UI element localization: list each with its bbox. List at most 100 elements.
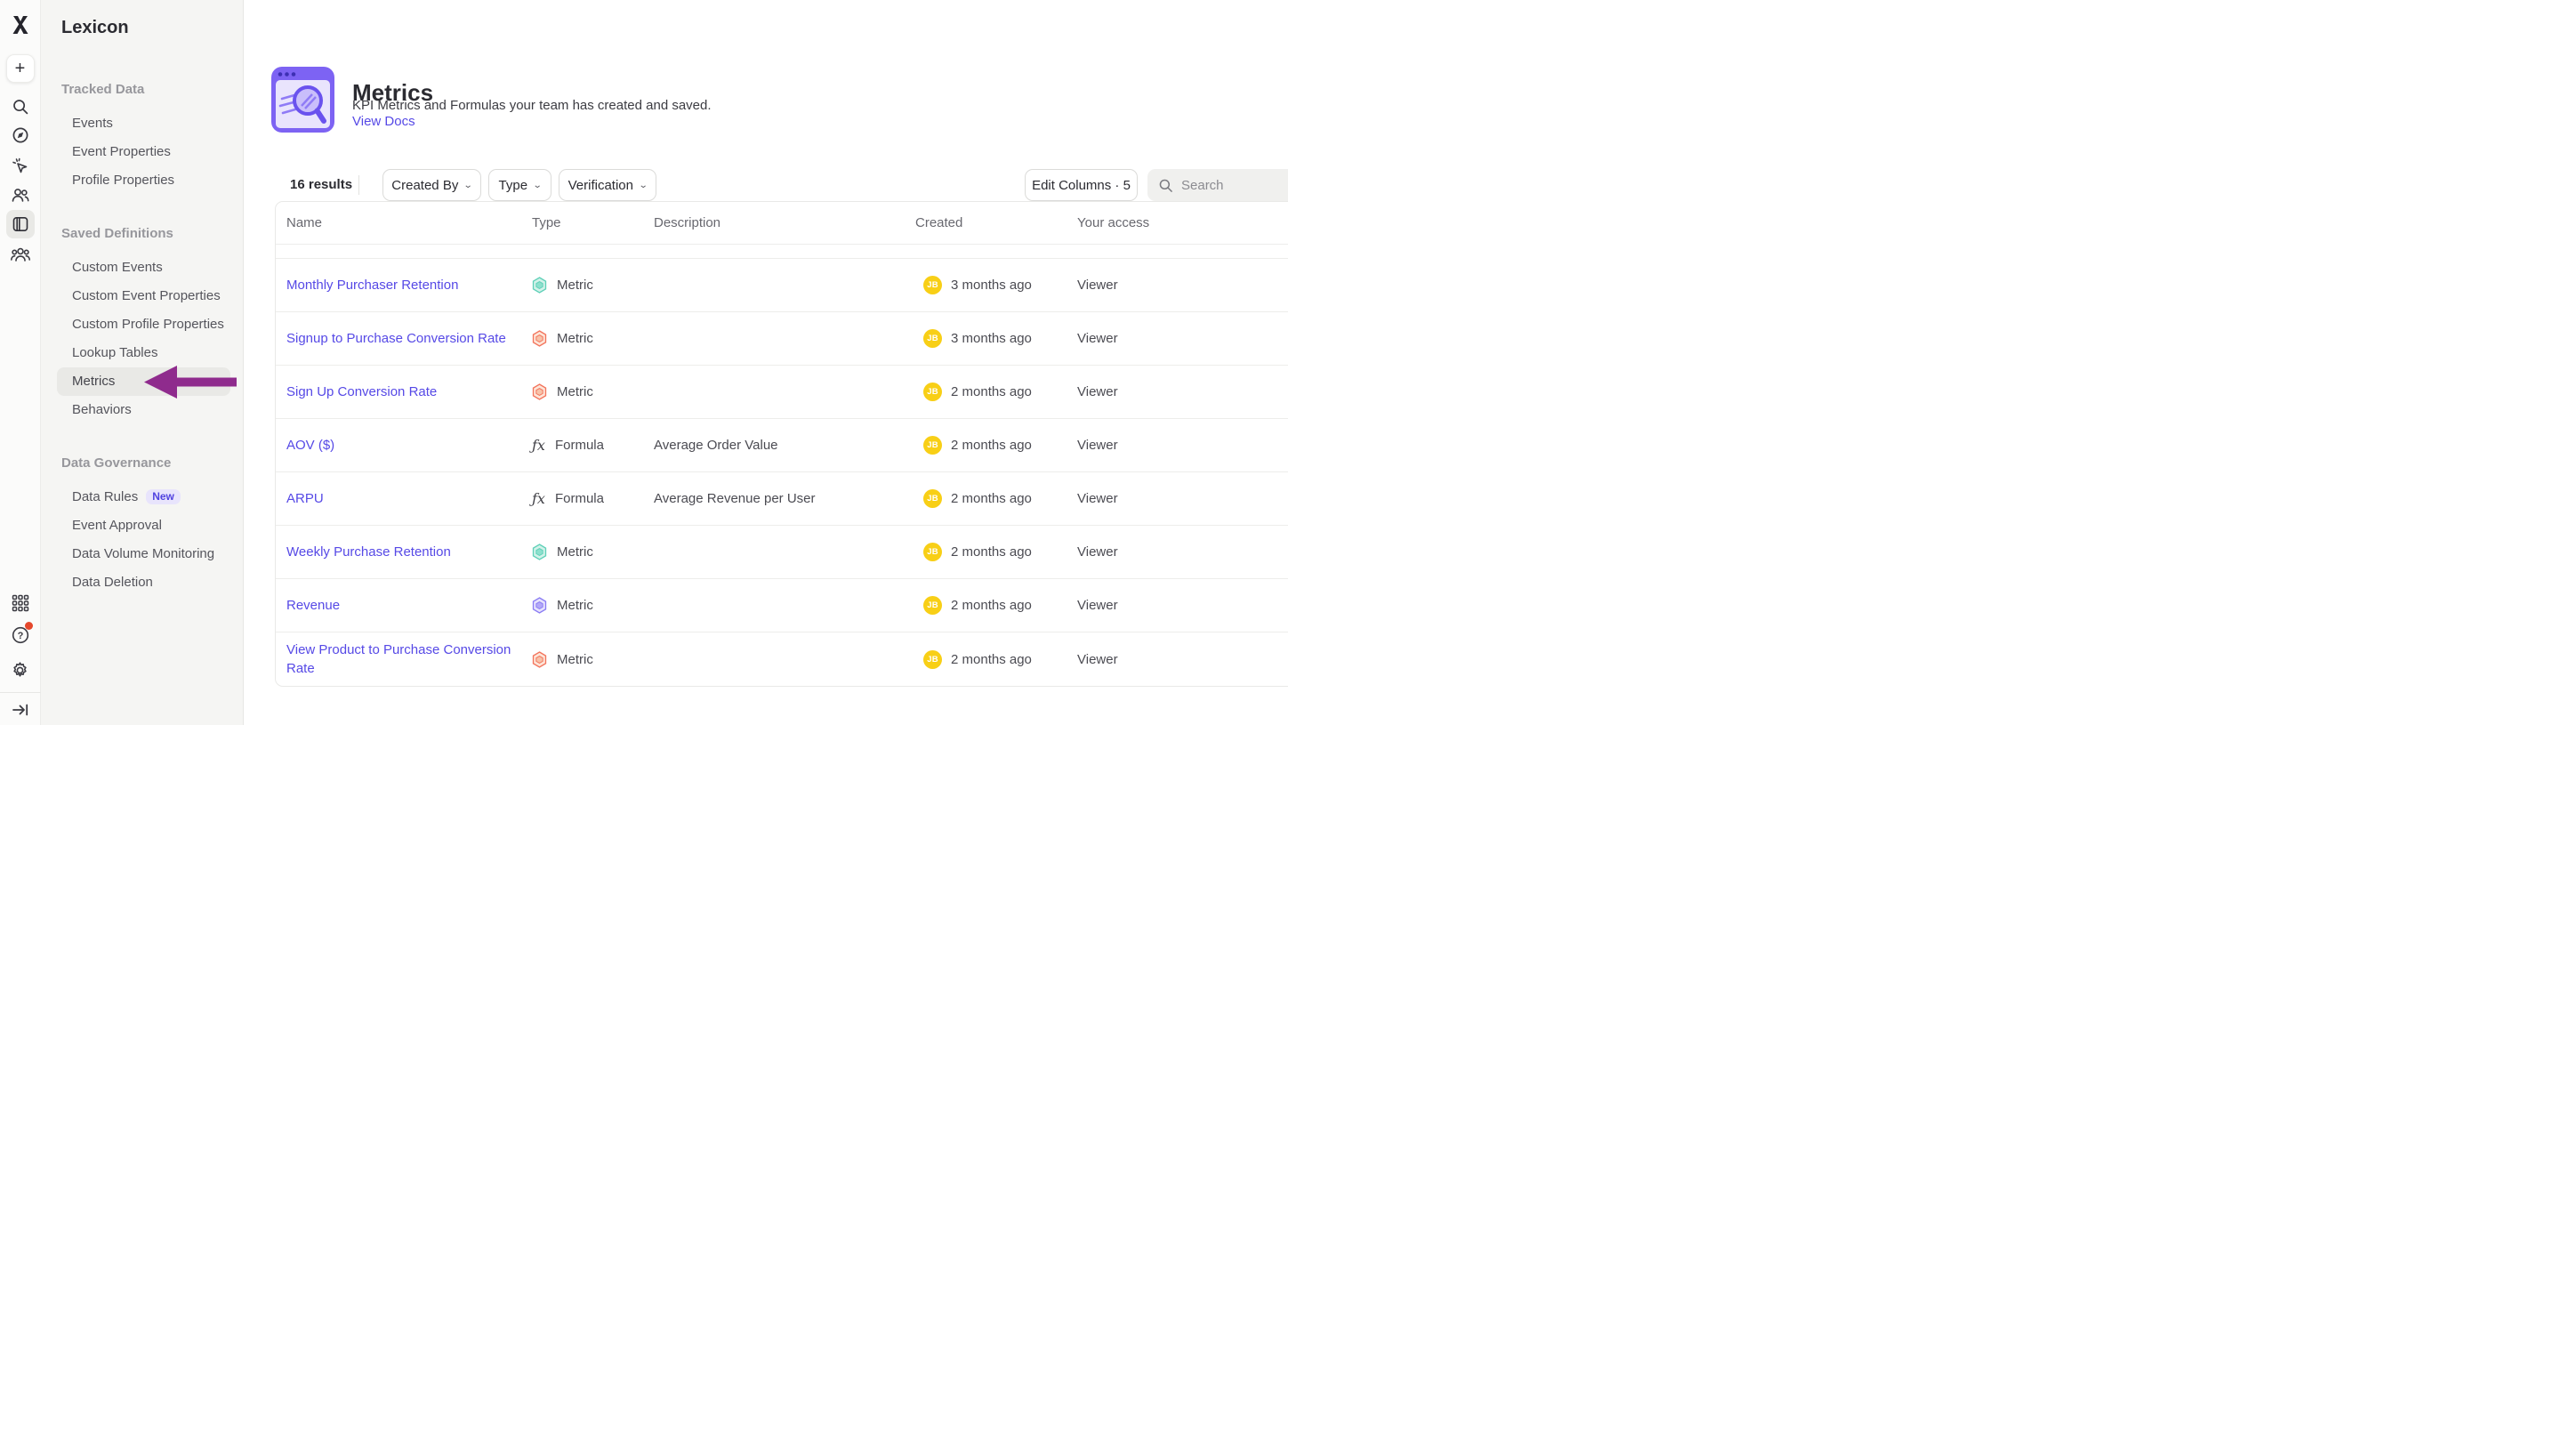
view-docs-link[interactable]: View Docs xyxy=(352,114,415,129)
lexicon-icon[interactable] xyxy=(6,210,35,238)
creator-avatar: JB xyxy=(923,543,942,561)
filter-created-by-button[interactable]: Created By⌄ xyxy=(382,169,481,201)
metric-name-link[interactable]: ARPU xyxy=(286,489,324,508)
search-input[interactable] xyxy=(1181,178,1288,193)
apps-grid-icon[interactable] xyxy=(6,589,35,617)
type-label: Metric xyxy=(557,598,593,613)
sidebar-item-events[interactable]: Events xyxy=(57,109,230,138)
filter-verification-button[interactable]: Verification⌄ xyxy=(559,169,656,201)
sidebar-item-custom-event-properties[interactable]: Custom Event Properties xyxy=(57,282,230,310)
sidebar: Lexicon Tracked DataEventsEvent Properti… xyxy=(41,0,244,725)
column-header-description[interactable]: Description xyxy=(654,202,720,245)
search-icon[interactable] xyxy=(6,93,35,121)
created-cell: JB 2 months ago xyxy=(923,472,1032,525)
table-row: Sign Up Conversion Rate Metric JB 2 months… xyxy=(276,366,1288,419)
main-content: Metrics KPI Metrics and Formulas your te… xyxy=(244,0,1288,725)
created-time: 2 months ago xyxy=(951,652,1032,667)
create-new-button[interactable]: + xyxy=(6,54,35,83)
search-icon xyxy=(1158,178,1173,193)
sidebar-item-label: Custom Event Properties xyxy=(72,288,221,303)
sidebar-item-event-properties[interactable]: Event Properties xyxy=(57,138,230,166)
description-cell: Average Order Value xyxy=(654,419,778,471)
search-box[interactable] xyxy=(1147,169,1288,201)
sidebar-item-behaviors[interactable]: Behaviors xyxy=(57,396,230,424)
sidebar-item-label: Metrics xyxy=(72,374,115,389)
table-row: Signup to Purchase Conversion Rate Metri… xyxy=(276,312,1288,366)
metric-name-link[interactable]: Sign Up Conversion Rate xyxy=(286,383,437,401)
sidebar-item-lookup-tables[interactable]: Lookup Tables xyxy=(57,339,230,367)
sidebar-group-saved-definitions: Saved Definitions Custom Events Custom Eve… xyxy=(41,220,243,424)
access-cell: Viewer xyxy=(1077,579,1118,632)
sidebar-item-data-rules[interactable]: Data RulesNew xyxy=(57,483,230,512)
users-icon[interactable] xyxy=(6,181,35,209)
sidebar-item-event-approval[interactable]: Event Approval xyxy=(57,512,230,540)
boards-compass-icon[interactable] xyxy=(6,121,35,149)
mixpanel-logo-icon[interactable] xyxy=(6,11,35,39)
sidebar-item-profile-properties[interactable]: Profile Properties xyxy=(57,166,230,195)
sidebar-nav: Tracked Data Events Event Properties Profil… xyxy=(41,76,243,597)
metric-name-link[interactable]: Signup to Purchase Conversion Rate xyxy=(286,329,506,348)
notification-dot xyxy=(25,622,33,630)
name-cell: AOV ($) xyxy=(286,419,519,471)
metric-name-link[interactable]: Monthly Purchaser Retention xyxy=(286,276,458,294)
creator-avatar: JB xyxy=(923,436,942,455)
name-cell: Signup to Purchase Conversion Rate xyxy=(286,312,519,365)
creator-avatar: JB xyxy=(923,489,942,508)
metric-name-link[interactable]: Weekly Purchase Retention xyxy=(286,543,451,561)
column-header-created[interactable]: Created xyxy=(915,202,962,245)
filter-type-label: Type xyxy=(499,178,528,193)
sidebar-section-label: Tracked Data xyxy=(41,76,243,104)
type-cell: Metric xyxy=(532,632,593,686)
type-cell: Metric xyxy=(532,579,593,632)
metric-name-link[interactable]: View Product to Purchase Conversion Rate xyxy=(286,640,519,678)
sidebar-item-data-deletion[interactable]: Data Deletion xyxy=(57,568,230,597)
sidebar-section-label: Saved Definitions xyxy=(41,220,243,248)
created-time: 2 months ago xyxy=(951,438,1032,453)
filter-created-by-label: Created By xyxy=(391,178,458,193)
cohorts-icon[interactable] xyxy=(6,240,35,269)
sidebar-item-label: Event Approval xyxy=(72,518,162,533)
column-header-type[interactable]: Type xyxy=(532,202,561,245)
metrics-page-icon xyxy=(271,67,334,133)
metric-hexagon-icon xyxy=(532,383,547,400)
type-label: Metric xyxy=(557,384,593,399)
chevron-down-icon: ⌄ xyxy=(533,181,543,190)
created-time: 3 months ago xyxy=(951,278,1032,293)
name-cell: Monthly Purchaser Retention xyxy=(286,259,519,311)
edit-columns-button[interactable]: Edit Columns · 5 xyxy=(1025,169,1138,201)
sidebar-item-label: Event Properties xyxy=(72,144,171,159)
created-time: 2 months ago xyxy=(951,491,1032,506)
sidebar-item-label: Profile Properties xyxy=(72,173,174,188)
name-cell: Sign Up Conversion Rate xyxy=(286,366,519,418)
events-cursor-icon[interactable] xyxy=(6,151,35,180)
edit-columns-label: Edit Columns · 5 xyxy=(1032,178,1131,193)
collapse-sign-out-icon[interactable] xyxy=(6,696,35,724)
metric-name-link[interactable]: Revenue xyxy=(286,596,340,615)
creator-avatar: JB xyxy=(923,383,942,401)
sidebar-item-data-volume-monitoring[interactable]: Data Volume Monitoring xyxy=(57,540,230,568)
new-badge: New xyxy=(146,489,181,504)
help-icon[interactable]: ? xyxy=(6,621,35,649)
chevron-down-icon: ⌄ xyxy=(639,181,648,190)
sidebar-item-label: Lookup Tables xyxy=(72,345,157,360)
sidebar-item-label: Data Deletion xyxy=(72,575,153,590)
creator-avatar: JB xyxy=(923,596,942,615)
created-time: 2 months ago xyxy=(951,384,1032,399)
sidebar-item-metrics[interactable]: Metrics xyxy=(57,367,230,396)
metric-hexagon-icon xyxy=(532,597,547,614)
created-time: 3 months ago xyxy=(951,331,1032,346)
type-cell: Metric xyxy=(532,312,593,365)
metric-name-link[interactable]: AOV ($) xyxy=(286,436,334,455)
column-header-name[interactable]: Name xyxy=(286,202,322,245)
table-row: Revenue MetricJB2 months agoViewer xyxy=(276,579,1288,632)
sidebar-item-custom-profile-properties[interactable]: Custom Profile Properties xyxy=(57,310,230,339)
column-header-your-access[interactable]: Your access xyxy=(1077,202,1149,245)
sidebar-item-custom-events[interactable]: Custom Events xyxy=(57,254,230,282)
access-cell: Viewer xyxy=(1077,259,1118,311)
filter-type-button[interactable]: Type ⌄ xyxy=(488,169,551,201)
name-cell: Revenue xyxy=(286,579,519,632)
settings-gear-icon[interactable] xyxy=(6,656,35,684)
type-label: Metric xyxy=(557,278,593,293)
name-cell: Weekly Purchase Retention xyxy=(286,526,519,578)
created-cell: JB3 months ago xyxy=(923,312,1032,365)
